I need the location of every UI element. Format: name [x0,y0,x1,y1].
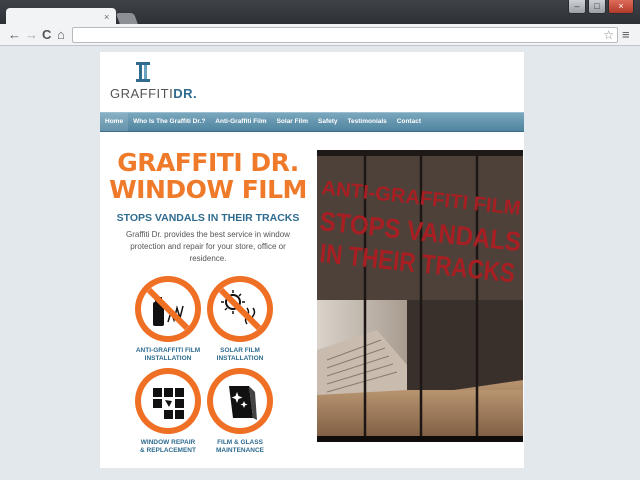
service-circle-inner [141,374,195,428]
service-solar-film[interactable]: SOLAR FILM INSTALLATION [192,276,288,363]
reload-icon[interactable]: C [42,27,51,42]
tab-close-icon[interactable]: × [104,12,109,22]
intro-text: Graffiti Dr. provides the best service i… [126,230,290,263]
nav-contact[interactable]: Contact [392,113,426,131]
bookmark-star-icon[interactable]: ☆ [603,28,614,42]
web-page: GRAFFITIDR. Home Who Is The Graffiti Dr.… [100,52,524,468]
service-circle-inner [213,374,267,428]
back-icon[interactable]: ← [8,27,21,42]
service-label-line1: FILM & GLASS [217,439,263,446]
hero-title-line2: WINDOW FILM [109,175,307,204]
storefront-photo: ANTI-GRAFFITI FILM STOPS VANDALS IN THEI… [317,150,523,442]
broken-window-icon [153,388,184,419]
forward-icon[interactable]: → [25,27,38,42]
browser-titlebar: × ‒ □ × [0,0,640,26]
hero-title-line1: GRAFFITI DR. [117,148,299,177]
hero-title: GRAFFITI DR. WINDOW FILM [108,149,308,203]
tagline: STOPS VANDALS IN THEIR TRACKS [116,212,300,224]
service-circle-inner [141,282,195,336]
spray-can-icon [146,287,190,331]
service-label-line2: MAINTENANCE [215,447,265,454]
service-film-maintenance[interactable]: FILM & GLASS MAINTENANCE [192,368,288,455]
minimize-icon[interactable]: ‒ [568,0,586,14]
nav-home[interactable]: Home [100,113,129,131]
main-nav: Home Who Is The Graffiti Dr.? Anti-Graff… [100,112,524,132]
service-label: SOLAR FILM INSTALLATION [192,347,288,363]
home-icon[interactable]: ⌂ [57,27,65,42]
close-window-icon[interactable]: × [608,0,634,14]
service-circle-inner [213,282,267,336]
nav-testimonials[interactable]: Testimonials [343,113,392,131]
maximize-icon[interactable]: □ [588,0,606,14]
address-bar[interactable]: ☆ [72,27,618,43]
window-controls: ‒ □ × [566,0,634,14]
browser-toolbar: ← → C ⌂ ☆ ≡ [0,24,640,46]
logo-mark-icon [136,62,150,82]
service-label: FILM & GLASS MAINTENANCE [192,439,288,455]
nav-safety[interactable]: Safety [313,113,343,131]
browser-menu-icon[interactable]: ≡ [622,28,630,42]
logo-suffix: DR. [173,86,198,101]
service-circle [207,368,273,434]
storefront-scene: ANTI-GRAFFITI FILM STOPS VANDALS IN THEI… [317,150,523,442]
service-circle [207,276,273,342]
service-label-line1: SOLAR FILM [220,347,260,354]
nav-who-is[interactable]: Who Is The Graffiti Dr.? [128,113,210,131]
sun-heat-icon [218,287,262,331]
logo-prefix: GRAFFITI [110,86,174,101]
logo-text: GRAFFITIDR. [110,86,197,101]
nav-anti-graffiti-film[interactable]: Anti-Graffiti Film [210,113,271,131]
service-label-line2: INSTALLATION [216,355,264,362]
nav-solar-film[interactable]: Solar Film [272,113,313,131]
sparkling-glass-icon [229,386,257,420]
site-logo[interactable]: GRAFFITIDR. [110,62,200,102]
